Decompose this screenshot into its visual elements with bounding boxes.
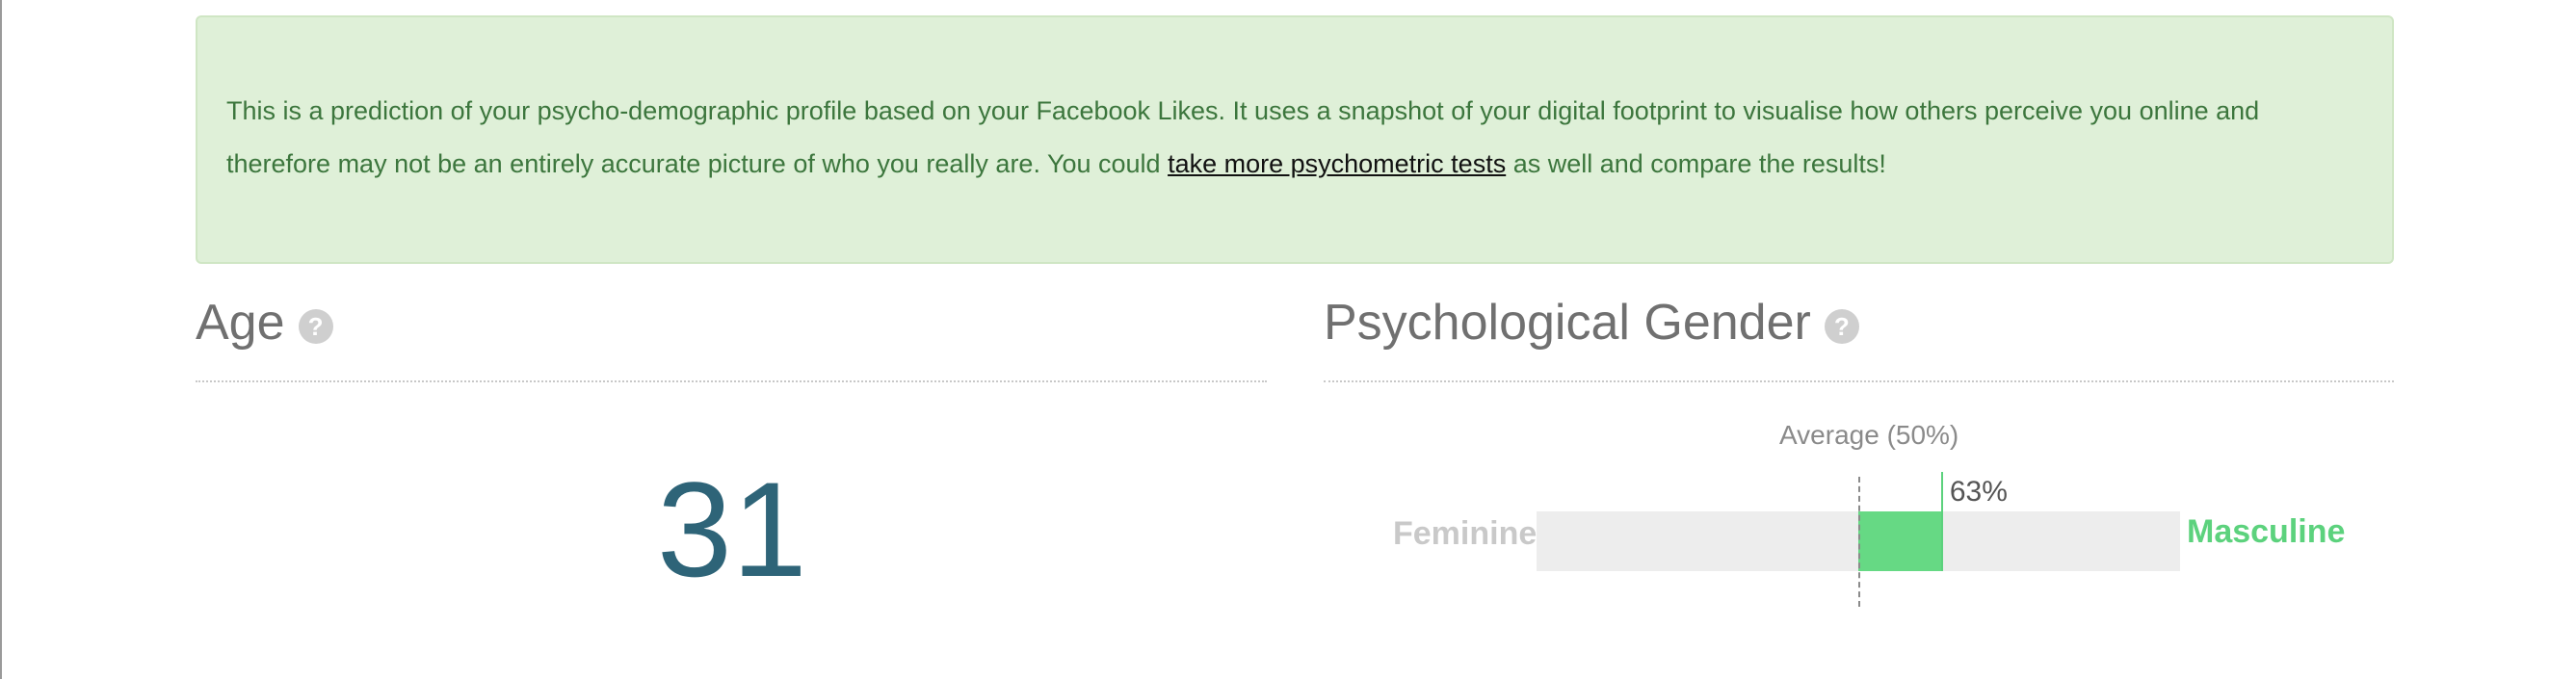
gender-divider — [1324, 380, 2394, 382]
age-title-text: Age — [196, 295, 285, 351]
feminine-label: Feminine — [1393, 515, 1538, 552]
age-divider — [196, 380, 1267, 382]
psychometric-tests-link[interactable]: take more psychometric tests — [1168, 149, 1506, 178]
gender-percent-label: 63% — [1949, 476, 2008, 508]
gender-bar-fill — [1858, 511, 1942, 571]
gender-title-text: Psychological Gender — [1324, 295, 1811, 351]
age-help-icon[interactable]: ? — [298, 309, 333, 344]
age-title: Age ? — [196, 294, 333, 352]
notice-text-after: as well and compare the results! — [1506, 149, 1886, 178]
average-label: Average (50%) — [1779, 420, 1959, 450]
gender-title: Psychological Gender ? — [1324, 294, 1859, 352]
age-value: 31 — [657, 454, 807, 605]
gender-help-icon[interactable]: ? — [1824, 309, 1859, 344]
gender-value-marker — [1940, 472, 1943, 571]
page: This is a prediction of your psycho-demo… — [0, 0, 2576, 679]
masculine-label: Masculine — [2187, 513, 2346, 550]
prediction-notice: This is a prediction of your psycho-demo… — [196, 15, 2394, 264]
average-marker-line — [1858, 477, 1860, 607]
